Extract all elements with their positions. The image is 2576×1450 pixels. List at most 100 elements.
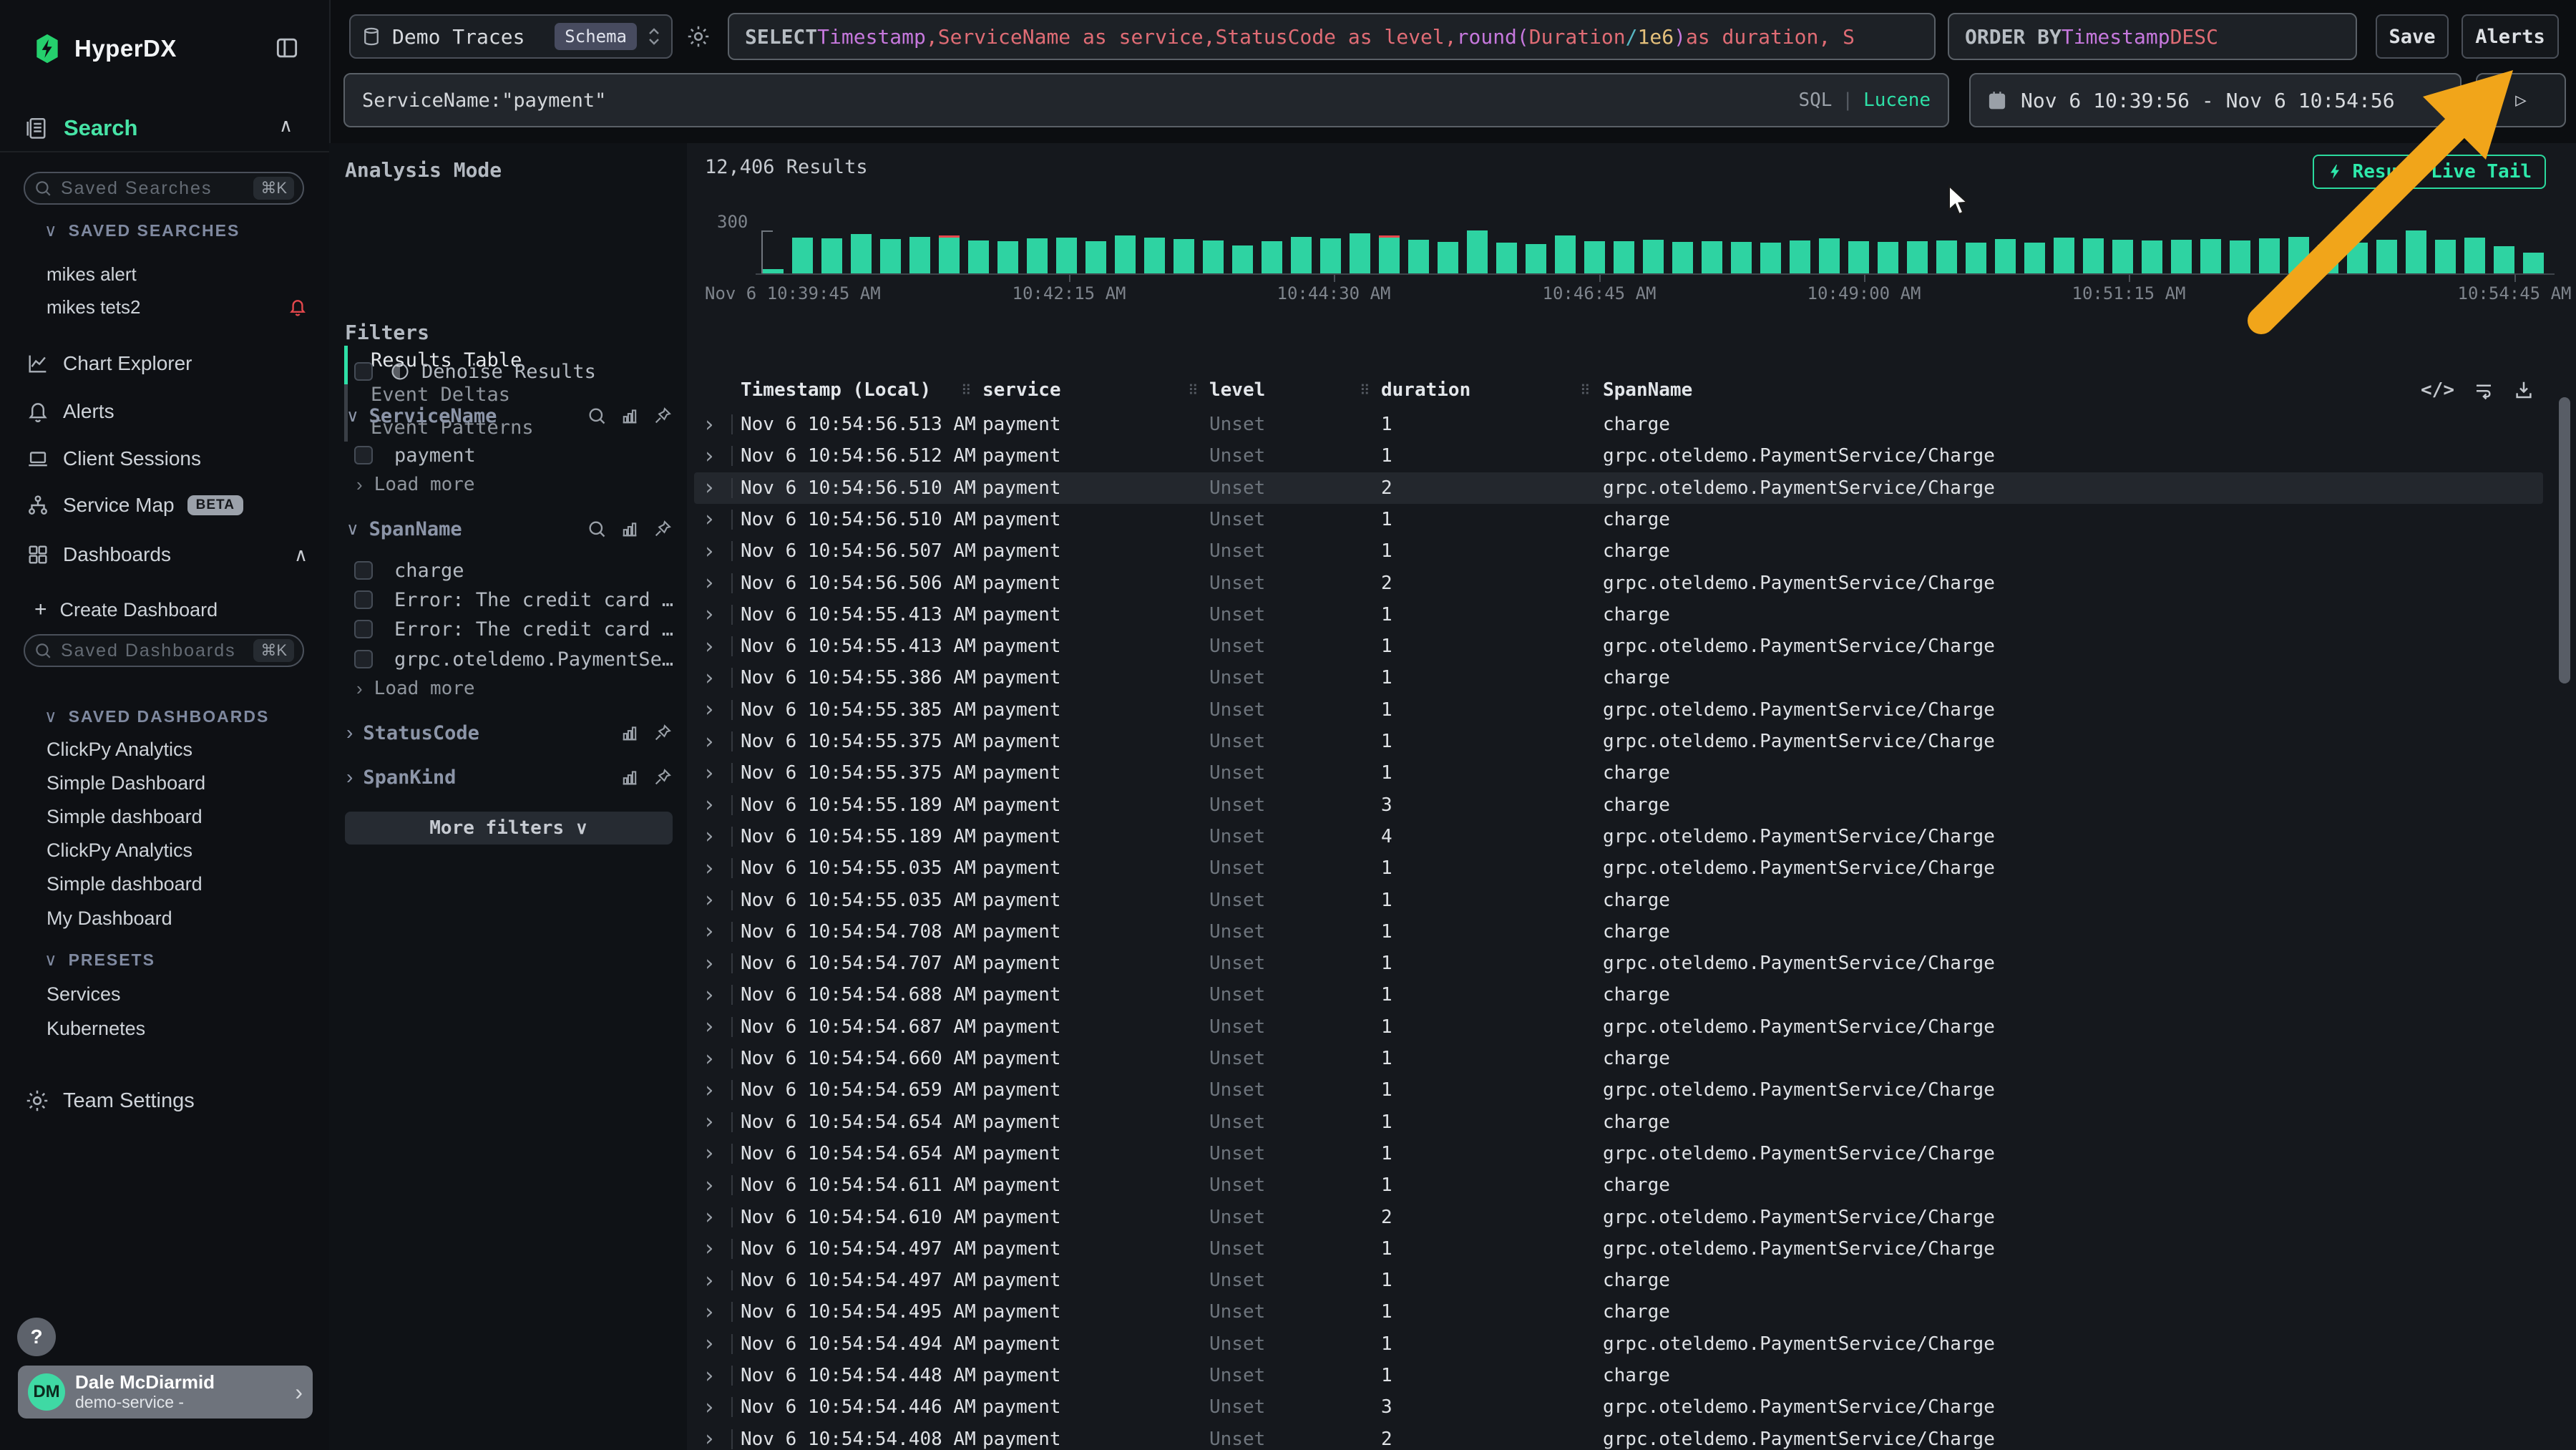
filter-option[interactable]: grpc.oteldemo.PaymentSe…	[345, 645, 673, 673]
sidebar-item-chart-explorer[interactable]: Chart Explorer	[26, 349, 308, 379]
chart-icon[interactable]	[620, 406, 640, 426]
row-expand-icon[interactable]: ›	[703, 1074, 716, 1106]
table-row[interactable]: ›Nov 6 10:54:54.660 AMpaymentUnset1charg…	[694, 1043, 2543, 1074]
sql-orderby-editor[interactable]: ORDER BY Timestamp DESC	[1948, 13, 2357, 60]
histogram-bar[interactable]	[2054, 238, 2074, 273]
denoise-checkbox[interactable]	[354, 362, 373, 381]
histogram-bar[interactable]	[2464, 238, 2485, 273]
table-row[interactable]: ›Nov 6 10:54:56.513 AMpaymentUnset1charg…	[694, 409, 2543, 440]
row-expand-icon[interactable]: ›	[703, 1106, 716, 1138]
histogram-bar[interactable]	[1056, 238, 1077, 273]
histogram-bar[interactable]	[1438, 242, 1458, 273]
histogram-bar[interactable]	[1144, 238, 1165, 273]
load-more-button[interactable]: ›Load more	[345, 674, 673, 703]
table-row[interactable]: ›Nov 6 10:54:56.507 AMpaymentUnset1charg…	[694, 535, 2543, 567]
histogram-bar[interactable]	[2083, 238, 2104, 273]
table-row[interactable]: ›Nov 6 10:54:54.497 AMpaymentUnset1charg…	[694, 1265, 2543, 1296]
table-row[interactable]: ›Nov 6 10:54:55.035 AMpaymentUnset1charg…	[694, 885, 2543, 916]
table-row[interactable]: ›Nov 6 10:54:56.512 AMpaymentUnset1grpc.…	[694, 440, 2543, 472]
table-row[interactable]: ›Nov 6 10:54:56.510 AMpaymentUnset2grpc.…	[694, 472, 2543, 504]
histogram-bar[interactable]	[1702, 241, 1722, 273]
table-row[interactable]: ›Nov 6 10:54:55.189 AMpaymentUnset3charg…	[694, 789, 2543, 821]
row-expand-icon[interactable]: ›	[703, 821, 716, 852]
row-expand-icon[interactable]: ›	[703, 1169, 716, 1201]
sidebar-item-dashboards[interactable]: Dashboards∧	[26, 540, 308, 570]
source-select[interactable]: Demo Traces Schema	[349, 14, 673, 59]
help-button[interactable]: ?	[17, 1318, 56, 1356]
table-row[interactable]: ›Nov 6 10:54:55.035 AMpaymentUnset1grpc.…	[694, 852, 2543, 884]
histogram-bar[interactable]	[2112, 240, 2133, 273]
row-expand-icon[interactable]: ›	[703, 440, 716, 472]
wrap-lines-icon[interactable]	[2473, 379, 2494, 401]
column-header-level[interactable]: level	[1209, 374, 1265, 407]
row-expand-icon[interactable]: ›	[703, 726, 716, 757]
filter-group-statuscode[interactable]: ›StatusCode	[345, 719, 673, 747]
filter-option[interactable]: Error: The credit card …	[345, 615, 673, 643]
table-row[interactable]: ›Nov 6 10:54:54.497 AMpaymentUnset1grpc.…	[694, 1233, 2543, 1265]
preset-item[interactable]: Services	[47, 980, 121, 1008]
row-expand-icon[interactable]: ›	[703, 694, 716, 726]
table-row[interactable]: ›Nov 6 10:54:55.413 AMpaymentUnset1charg…	[694, 599, 2543, 631]
row-expand-icon[interactable]: ›	[703, 599, 716, 631]
run-query-button[interactable]: ▷	[2476, 73, 2566, 127]
histogram-bar[interactable]	[939, 235, 960, 273]
sidebar-item-client-sessions[interactable]: Client Sessions	[26, 444, 308, 474]
histogram-bar[interactable]	[1555, 235, 1576, 273]
table-row[interactable]: ›Nov 6 10:54:55.375 AMpaymentUnset1charg…	[694, 757, 2543, 789]
row-expand-icon[interactable]: ›	[703, 1265, 716, 1296]
histogram-bar[interactable]	[997, 241, 1018, 273]
histogram-bar[interactable]	[792, 238, 813, 273]
saved-dashboard-item[interactable]: Simple Dashboard	[47, 769, 205, 797]
lang-toggle-lucene[interactable]: Lucene	[1863, 89, 1931, 111]
pin-icon[interactable]	[653, 519, 673, 539]
table-row[interactable]: ›Nov 6 10:54:55.375 AMpaymentUnset1grpc.…	[694, 726, 2543, 757]
histogram-bar[interactable]	[1907, 241, 1928, 273]
histogram-bar[interactable]	[1262, 241, 1282, 273]
histogram-bar[interactable]	[1027, 238, 1048, 273]
sidebar-item-service-map[interactable]: Service MapBETA	[26, 490, 308, 520]
table-row[interactable]: ›Nov 6 10:54:54.654 AMpaymentUnset1grpc.…	[694, 1138, 2543, 1169]
histogram-bar[interactable]	[909, 237, 930, 273]
histogram-bar[interactable]	[1496, 243, 1517, 273]
row-expand-icon[interactable]: ›	[703, 852, 716, 884]
histogram-bar[interactable]	[1731, 242, 1752, 273]
table-row[interactable]: ›Nov 6 10:54:55.189 AMpaymentUnset4grpc.…	[694, 821, 2543, 852]
search-icon[interactable]	[587, 406, 607, 426]
saved-dashboard-item[interactable]: My Dashboard	[47, 904, 172, 933]
histogram-bar[interactable]	[968, 240, 989, 273]
column-header-spanname[interactable]: SpanName	[1603, 374, 1692, 407]
row-expand-icon[interactable]: ›	[703, 1391, 716, 1423]
more-filters-button[interactable]: More filters ∨	[345, 812, 673, 845]
table-row[interactable]: ›Nov 6 10:54:54.448 AMpaymentUnset1charg…	[694, 1360, 2543, 1391]
histogram-bar[interactable]	[1790, 240, 1810, 273]
histogram-bar[interactable]	[1320, 238, 1341, 273]
column-header-service[interactable]: service	[982, 374, 1061, 407]
histogram-bar[interactable]	[1936, 240, 1957, 273]
histogram-bar[interactable]	[2142, 240, 2162, 273]
search-icon[interactable]	[587, 519, 607, 539]
pin-icon[interactable]	[653, 723, 673, 743]
histogram-bar[interactable]	[1467, 230, 1488, 273]
histogram-bar[interactable]	[1379, 235, 1400, 273]
histogram-bar[interactable]	[2200, 239, 2221, 273]
column-header-duration[interactable]: duration	[1381, 374, 1470, 407]
saved-dashboards-header[interactable]: ∨ SAVED DASHBOARDS	[44, 702, 269, 731]
row-expand-icon[interactable]: ›	[703, 1043, 716, 1074]
histogram-bar[interactable]	[1643, 240, 1664, 273]
row-expand-icon[interactable]: ›	[703, 1138, 716, 1169]
table-row[interactable]: ›Nov 6 10:54:55.386 AMpaymentUnset1charg…	[694, 662, 2543, 694]
row-expand-icon[interactable]: ›	[703, 757, 716, 789]
scrollbar-thumb[interactable]	[2559, 397, 2570, 683]
table-row[interactable]: ›Nov 6 10:54:54.687 AMpaymentUnset1grpc.…	[694, 1011, 2543, 1043]
sql-select-editor[interactable]: SELECT Timestamp, ServiceName as service…	[728, 13, 1936, 60]
column-drag-handle[interactable]: ⠿	[1188, 374, 1199, 407]
histogram-bar[interactable]	[2230, 240, 2250, 273]
histogram-bar[interactable]	[2347, 243, 2368, 273]
row-expand-icon[interactable]: ›	[703, 789, 716, 821]
table-row[interactable]: ›Nov 6 10:54:54.654 AMpaymentUnset1charg…	[694, 1106, 2543, 1138]
saved-search-item[interactable]: mikes alert	[47, 260, 308, 288]
pin-icon[interactable]	[653, 767, 673, 787]
alerts-button[interactable]: Alerts	[2462, 14, 2559, 59]
row-expand-icon[interactable]: ›	[703, 1233, 716, 1265]
histogram-bar[interactable]	[2024, 243, 2045, 273]
